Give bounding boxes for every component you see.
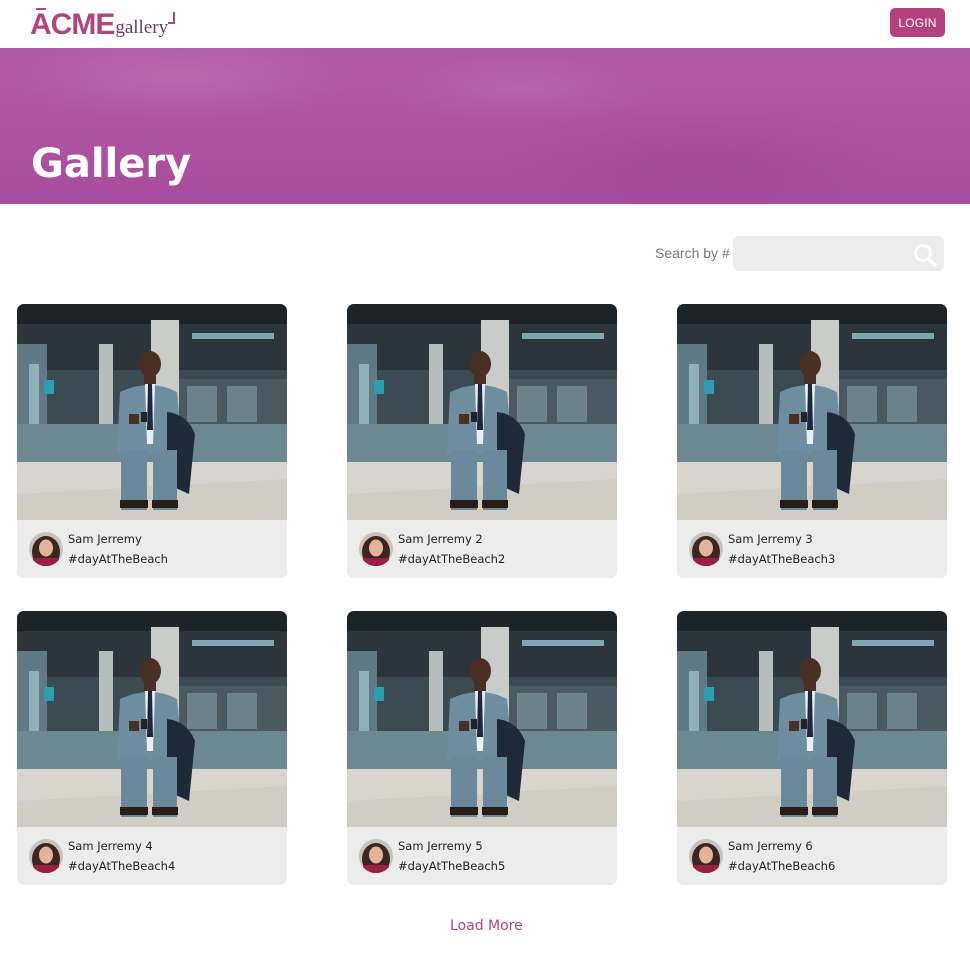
gallery-card[interactable]: Sam Jerremy 5 #dayAtTheBeach5	[347, 611, 617, 885]
gallery-card[interactable]: Sam Jerremy 4 #dayAtTheBeach4	[17, 611, 287, 885]
card-footer: Sam Jerremy 6 #dayAtTheBeach6	[677, 827, 947, 885]
card-hashtag[interactable]: #dayAtTheBeach5	[398, 859, 505, 873]
card-hashtag[interactable]: #dayAtTheBeach6	[728, 859, 835, 873]
card-hashtag[interactable]: #dayAtTheBeach4	[68, 859, 175, 873]
avatar	[29, 532, 63, 566]
card-footer: Sam Jerremy 5 #dayAtTheBeach5	[347, 827, 617, 885]
gallery-card[interactable]: Sam Jerremy 3 #dayAtTheBeach3	[677, 304, 947, 578]
card-author-name: Sam Jerremy 6	[728, 839, 813, 853]
search-label: Search by #	[655, 245, 730, 261]
load-more-button[interactable]: Load More	[450, 918, 523, 934]
hero-banner: Gallery	[0, 48, 970, 204]
avatar	[29, 839, 63, 873]
card-footer: Sam Jerremy 4 #dayAtTheBeach4	[17, 827, 287, 885]
logo-wordmark-acme: ACME	[30, 8, 115, 41]
search-field	[733, 236, 944, 271]
avatar	[359, 532, 393, 566]
card-footer: Sam Jerremy 2 #dayAtTheBeach2	[347, 520, 617, 578]
avatar	[689, 532, 723, 566]
gallery-card[interactable]: Sam Jerremy 6 #dayAtTheBeach6	[677, 611, 947, 885]
card-footer: Sam Jerremy 3 #dayAtTheBeach3	[677, 520, 947, 578]
gallery-card[interactable]: Sam Jerremy 2 #dayAtTheBeach2	[347, 304, 617, 578]
card-hashtag[interactable]: #dayAtTheBeach	[68, 552, 168, 566]
gallery-photo[interactable]	[347, 611, 617, 827]
logo-accent-mark	[36, 8, 46, 14]
page-title: Gallery	[31, 141, 192, 187]
card-author-name: Sam Jerremy 4	[68, 839, 153, 853]
avatar	[359, 839, 393, 873]
card-footer: Sam Jerremy #dayAtTheBeach	[17, 520, 287, 578]
gallery-photo[interactable]	[347, 304, 617, 520]
gallery-photo[interactable]	[677, 304, 947, 520]
card-author-name: Sam Jerremy	[68, 532, 142, 546]
card-author-name: Sam Jerremy 5	[398, 839, 483, 853]
logo-corner-mark	[168, 12, 176, 24]
card-hashtag[interactable]: #dayAtTheBeach3	[728, 552, 835, 566]
avatar	[689, 839, 723, 873]
logo-wordmark-gallery: gallery	[115, 17, 169, 38]
card-author-name: Sam Jerremy 3	[728, 532, 813, 546]
gallery-card[interactable]: Sam Jerremy #dayAtTheBeach	[17, 304, 287, 578]
search-input[interactable]	[743, 236, 903, 271]
login-button[interactable]: LOGIN	[890, 8, 945, 37]
gallery-photo[interactable]	[17, 611, 287, 827]
acme-gallery-logo[interactable]: ACME gallery	[30, 6, 176, 41]
gallery-photo[interactable]	[17, 304, 287, 520]
search-icon[interactable]	[912, 242, 938, 268]
card-author-name: Sam Jerremy 2	[398, 532, 483, 546]
card-hashtag[interactable]: #dayAtTheBeach2	[398, 552, 505, 566]
gallery-photo[interactable]	[677, 611, 947, 827]
top-navigation-bar: ACME gallery LOGIN	[0, 0, 970, 48]
